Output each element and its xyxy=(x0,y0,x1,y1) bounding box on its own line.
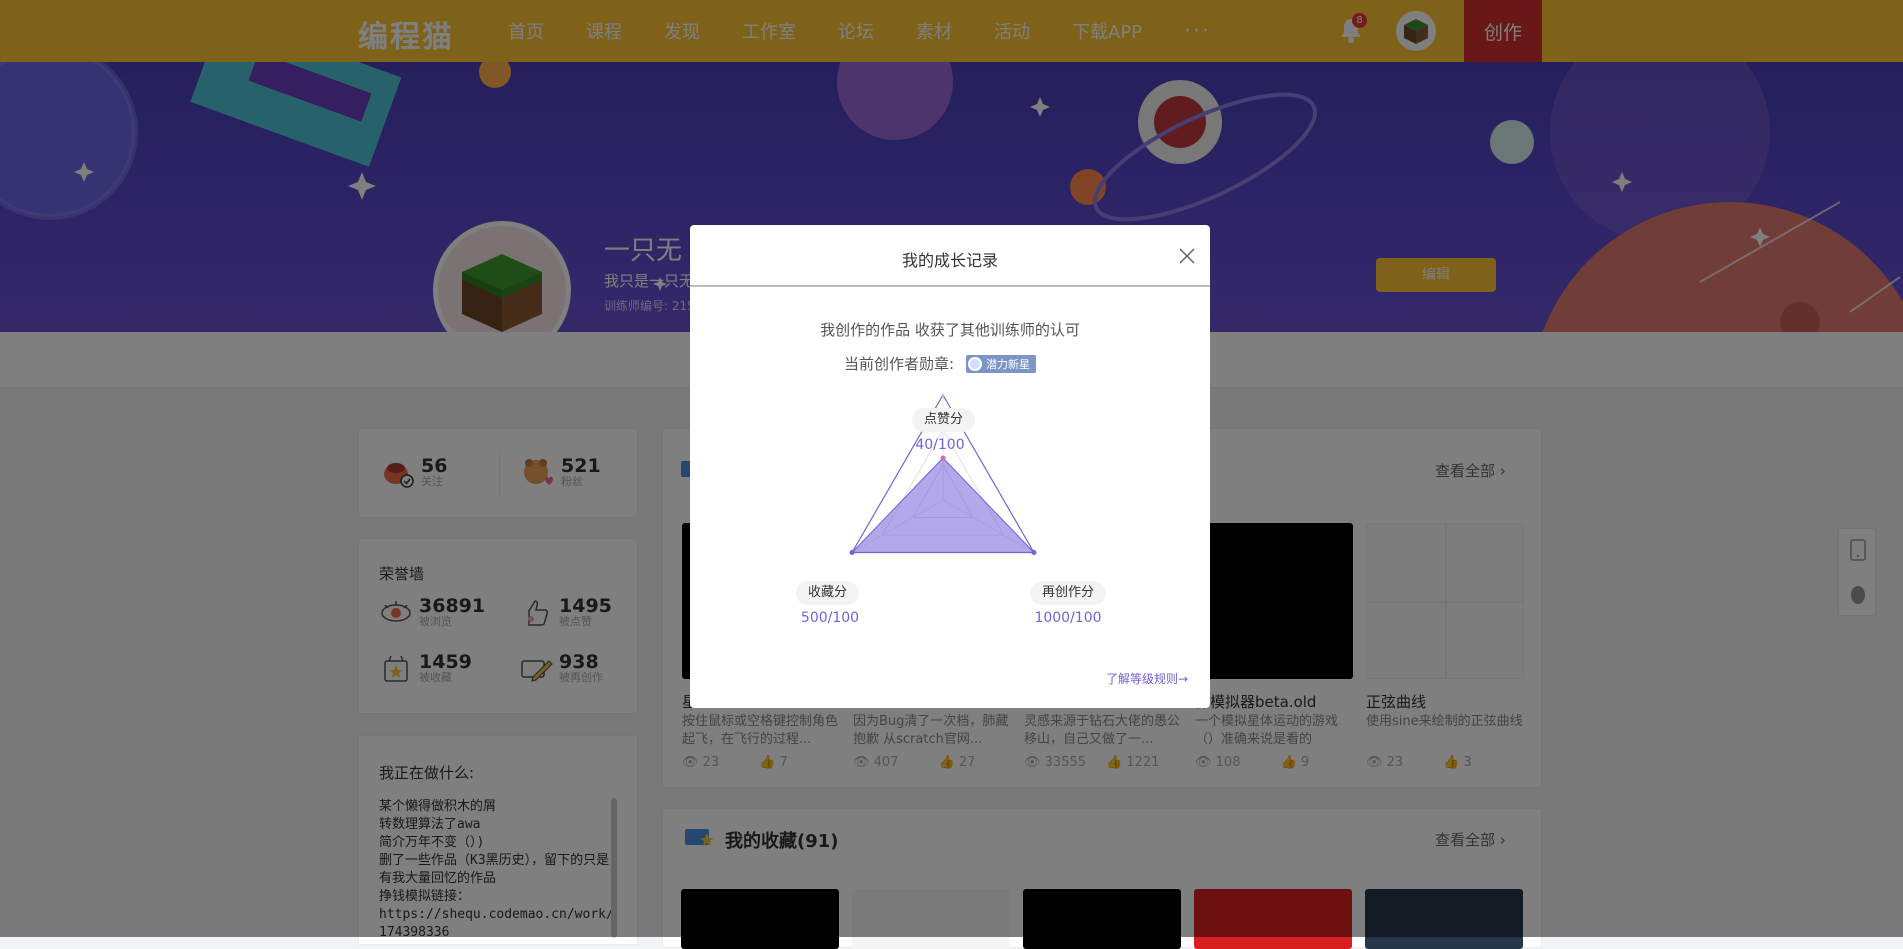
axis-value-likes: 40/100 xyxy=(915,437,965,453)
radar-value-point xyxy=(940,455,946,461)
axis-value-remix: 1000/100 xyxy=(1034,610,1102,626)
axis-value-collect: 500/100 xyxy=(800,610,860,626)
axis-label-likes: 点赞分 xyxy=(912,408,976,432)
level-rules-link[interactable]: 了解等级规则→ xyxy=(1106,670,1188,687)
axis-label-collect: 收藏分 xyxy=(796,581,860,605)
axis-label-remix: 再创作分 xyxy=(1030,581,1107,605)
radar-value-point xyxy=(849,550,855,555)
growth-record-modal: 我的成长记录 我创作的作品 收获了其他训练师的认可 当前创作者勋章: 潜力新星 … xyxy=(690,225,1210,708)
growth-radar-chart xyxy=(849,393,1037,555)
radar-value-point xyxy=(1031,550,1037,555)
